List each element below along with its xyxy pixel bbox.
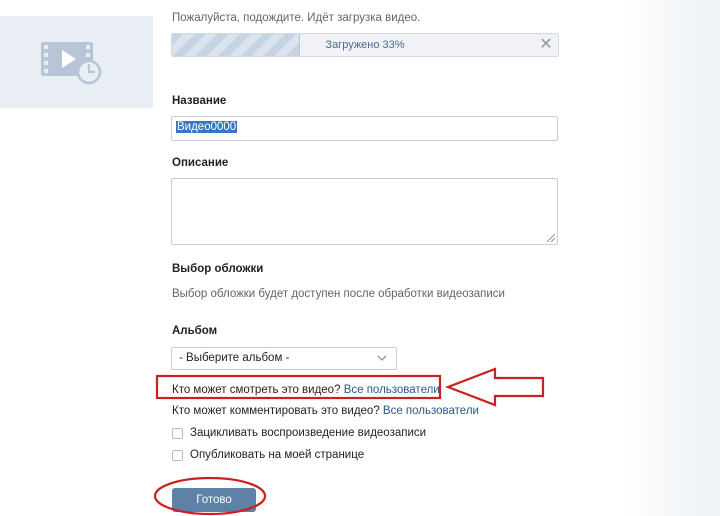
name-input-value[interactable]: Видео0000 bbox=[176, 121, 238, 133]
chevron-down-icon bbox=[377, 355, 387, 361]
cover-label: Выбор обложки bbox=[172, 263, 264, 275]
publish-checkbox[interactable] bbox=[172, 450, 183, 461]
album-select[interactable]: - Выберите альбом - bbox=[171, 347, 397, 370]
upload-status-text: Пожалуйста, подождите. Идёт загрузка вид… bbox=[172, 12, 421, 24]
annotation-arrow-icon bbox=[444, 367, 545, 407]
cancel-upload-icon[interactable]: ✕ bbox=[538, 36, 554, 54]
comment-privacy-link[interactable]: Все пользователи bbox=[383, 405, 479, 417]
name-input[interactable]: Видео0000 bbox=[171, 116, 558, 141]
background-edge bbox=[622, 0, 720, 516]
resize-handle-icon[interactable] bbox=[547, 234, 555, 242]
description-textarea[interactable] bbox=[171, 178, 558, 245]
comment-privacy-question: Кто может комментировать это видео? bbox=[172, 405, 380, 417]
done-button[interactable]: Готово bbox=[172, 488, 256, 512]
description-label: Описание bbox=[172, 157, 229, 169]
cover-hint: Выбор обложки будет доступен после обраб… bbox=[172, 288, 505, 300]
upload-progress-bar: Загружено 33% ✕ bbox=[171, 33, 559, 57]
video-clock-icon bbox=[41, 42, 102, 85]
comment-privacy-row: Кто может комментировать это видео? Все … bbox=[172, 405, 479, 417]
upload-progress-label: Загружено 33% bbox=[325, 39, 405, 51]
view-privacy-link[interactable]: Все пользователи bbox=[344, 384, 440, 396]
publish-label[interactable]: Опубликовать на моей странице bbox=[190, 449, 364, 461]
album-label: Альбом bbox=[172, 325, 218, 337]
name-label: Название bbox=[172, 95, 227, 107]
loop-label[interactable]: Зацикливать воспроизведение видеозаписи bbox=[190, 427, 426, 439]
video-thumbnail bbox=[0, 16, 153, 108]
view-privacy-row: Кто может смотреть это видео? Все пользо… bbox=[172, 384, 440, 396]
album-select-value: - Выберите альбом - bbox=[179, 352, 290, 364]
loop-checkbox[interactable] bbox=[172, 428, 183, 439]
view-privacy-question: Кто может смотреть это видео? bbox=[172, 384, 341, 396]
